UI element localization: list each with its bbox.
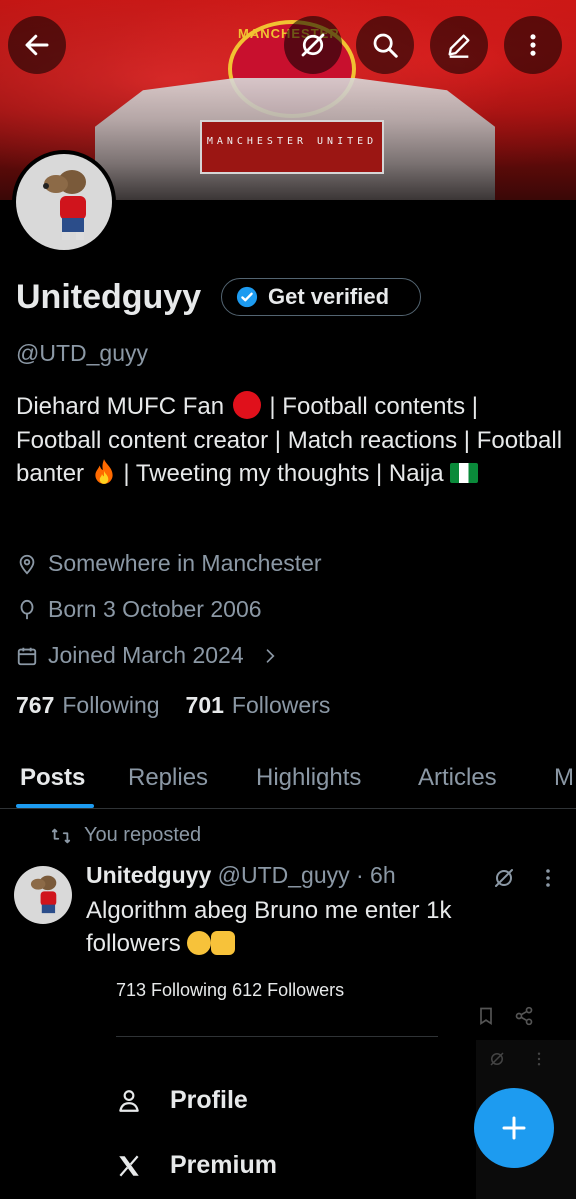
birthday-row: Born 3 October 2006 [16, 596, 262, 623]
tab-replies[interactable]: Replies [128, 764, 208, 792]
chevron-right-icon [266, 648, 275, 663]
grok-icon [490, 1052, 504, 1066]
drawer-item-profile[interactable]: Profile [116, 1086, 248, 1115]
bookmark-icon[interactable] [476, 1006, 496, 1026]
grok-icon[interactable] [492, 866, 516, 890]
drawer-item-premium[interactable]: Premium [116, 1151, 277, 1180]
joined-text: Joined March 2024 [48, 642, 244, 668]
more-vertical-icon [530, 34, 536, 56]
location-pin-icon [19, 554, 35, 574]
following-link[interactable]: 767 Following [16, 692, 160, 719]
post-header: Unitedguyy @UTD_guyy · 6h [86, 862, 396, 889]
back-arrow-icon [25, 34, 49, 56]
drawer-item-label: Premium [170, 1151, 277, 1179]
profile-handle: @UTD_guyy [16, 340, 148, 366]
followers-link[interactable]: 701 Followers [186, 692, 331, 719]
tab-articles[interactable]: Articles [418, 764, 497, 792]
fire-emoji-icon [95, 459, 113, 484]
stadium-stand [200, 120, 384, 174]
tab-media[interactable]: M [554, 764, 574, 792]
tab-posts[interactable]: Posts [20, 764, 85, 792]
get-verified-label: Get verified [268, 284, 390, 309]
search-icon [373, 33, 398, 58]
followers-label: Followers [231, 692, 331, 718]
dog-mascot-icon [30, 875, 57, 914]
bio-part-1: Diehard MUFC Fan [16, 393, 225, 420]
person-icon [119, 1089, 139, 1112]
avatar [16, 154, 112, 250]
post-author-avatar[interactable] [14, 866, 72, 924]
active-tab-indicator [16, 804, 94, 808]
calendar-icon [17, 647, 37, 665]
more-vertical-icon [537, 1052, 541, 1066]
grok-icon [301, 33, 325, 57]
profile-bio: Diehard MUFC Fan | Football contents | F… [16, 390, 566, 491]
raised-hands-emoji-icon [211, 931, 236, 955]
repost-icon [51, 828, 71, 843]
share-icon[interactable] [514, 1006, 534, 1026]
tab-highlights[interactable]: Highlights [256, 764, 361, 792]
more-vertical-icon[interactable] [536, 866, 560, 890]
verified-badge-icon [236, 286, 258, 308]
red-circle-emoji-icon [232, 391, 261, 419]
following-count: 767 [16, 692, 55, 718]
post-author-name[interactable]: Unitedguyy [86, 862, 211, 888]
birthday-text: Born 3 October 2006 [48, 596, 262, 622]
grok-button[interactable] [284, 16, 342, 74]
post-meta: @UTD_guyy · 6h [217, 862, 396, 888]
stand-text: MANCHESTER UNITED [206, 136, 378, 147]
more-button[interactable] [504, 16, 562, 74]
location-text: Somewhere in Manchester [48, 550, 322, 576]
follow-stats: 767 Following 701 Followers [16, 692, 330, 719]
repost-label: You reposted [84, 824, 202, 846]
compose-post-button[interactable] [474, 1088, 554, 1168]
balloon-icon [20, 599, 34, 619]
edit-button[interactable] [430, 16, 488, 74]
followers-count: 701 [185, 692, 224, 718]
drawer-item-label: Profile [170, 1086, 248, 1114]
bio-part-3: | Tweeting my thoughts | Naija [123, 460, 444, 487]
plus-icon [502, 1116, 526, 1140]
profile-tabs: Posts Replies Highlights Articles M [0, 760, 576, 809]
repost-indicator: You reposted [50, 824, 201, 847]
profile-avatar[interactable] [12, 150, 116, 254]
dog-mascot-icon [43, 170, 86, 240]
joined-row[interactable]: Joined March 2024 [16, 642, 280, 669]
crying-face-emoji-icon [187, 931, 212, 955]
post-text: Algorithm abeg Bruno me enter 1k followe… [86, 894, 506, 960]
location-row: Somewhere in Manchester [16, 550, 322, 577]
following-label: Following [62, 692, 160, 718]
search-button[interactable] [356, 16, 414, 74]
nigeria-flag-icon [450, 463, 479, 483]
edit-icon [448, 34, 470, 58]
get-verified-button[interactable]: Get verified [221, 278, 421, 316]
back-button[interactable] [8, 16, 66, 74]
x-logo-icon [119, 1155, 139, 1176]
post-text-body: Algorithm abeg Bruno me enter 1k followe… [86, 897, 452, 957]
post-sub-stats: 713 Following 612 Followers [116, 980, 345, 1000]
drawer-divider [116, 1036, 438, 1037]
profile-name: Unitedguyy [16, 278, 202, 316]
